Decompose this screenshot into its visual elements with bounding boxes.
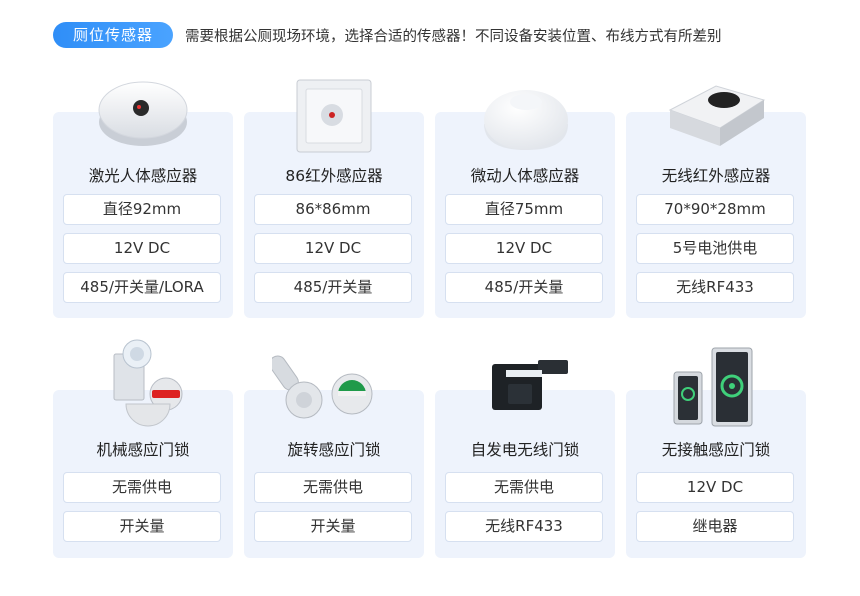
spec-power: 12V DC xyxy=(63,233,221,264)
spec-interface: 485/开关量 xyxy=(254,272,412,303)
product-title: 自发电无线门锁 xyxy=(470,441,580,459)
section-header: 厕位传感器 需要根据公厕现场环境，选择合适的传感器！不同设备安装位置、布线方式有… xyxy=(53,22,722,48)
wireless-ir-sensor-icon xyxy=(668,85,766,146)
spec-power: 无需供电 xyxy=(254,472,412,503)
mechanical-lock-icon xyxy=(113,339,183,427)
section-description: 需要根据公厕现场环境，选择合适的传感器！不同设备安装位置、布线方式有所差别 xyxy=(185,28,722,45)
spec-power: 无需供电 xyxy=(63,472,221,503)
spec-size: 直径92mm xyxy=(63,194,221,225)
spec-size: 86*86mm xyxy=(254,194,412,225)
spec-power: 12V DC xyxy=(636,472,794,503)
product-title: 无线红外感应器 xyxy=(661,167,771,185)
product-title: 微动人体感应器 xyxy=(470,167,580,185)
product-title: 无接触感应门锁 xyxy=(661,441,771,459)
product-card-self-powered-lock: 自发电无线门锁 无需供电 无线RF433 xyxy=(435,390,615,558)
self-powered-lock-icon xyxy=(492,360,568,410)
square-ir-sensor-icon xyxy=(296,79,372,153)
touchless-switch-icon xyxy=(673,347,753,427)
spec-interface: 无线RF433 xyxy=(636,272,794,303)
product-title: 激光人体感应器 xyxy=(88,167,198,185)
category-badge: 厕位传感器 xyxy=(53,22,174,48)
product-title: 86红外感应器 xyxy=(285,167,383,185)
spec-power: 5号电池供电 xyxy=(636,233,794,264)
product-title: 机械感应门锁 xyxy=(96,441,190,459)
spec-interface: 继电器 xyxy=(636,511,794,542)
dome-sensor-icon xyxy=(484,90,568,150)
round-laser-sensor-icon xyxy=(98,81,188,146)
spec-power: 无需供电 xyxy=(445,472,603,503)
spec-interface: 485/开关量 xyxy=(445,272,603,303)
spec-size: 70*90*28mm xyxy=(636,194,794,225)
spec-size: 直径75mm xyxy=(445,194,603,225)
spec-power: 12V DC xyxy=(254,233,412,264)
spec-interface: 无线RF433 xyxy=(445,511,603,542)
spec-interface: 开关量 xyxy=(254,511,412,542)
spec-interface: 开关量 xyxy=(63,511,221,542)
product-title: 旋转感应门锁 xyxy=(287,441,381,459)
rotary-lock-icon xyxy=(272,355,373,419)
spec-power: 12V DC xyxy=(445,233,603,264)
spec-interface: 485/开关量/LORA xyxy=(63,272,221,303)
